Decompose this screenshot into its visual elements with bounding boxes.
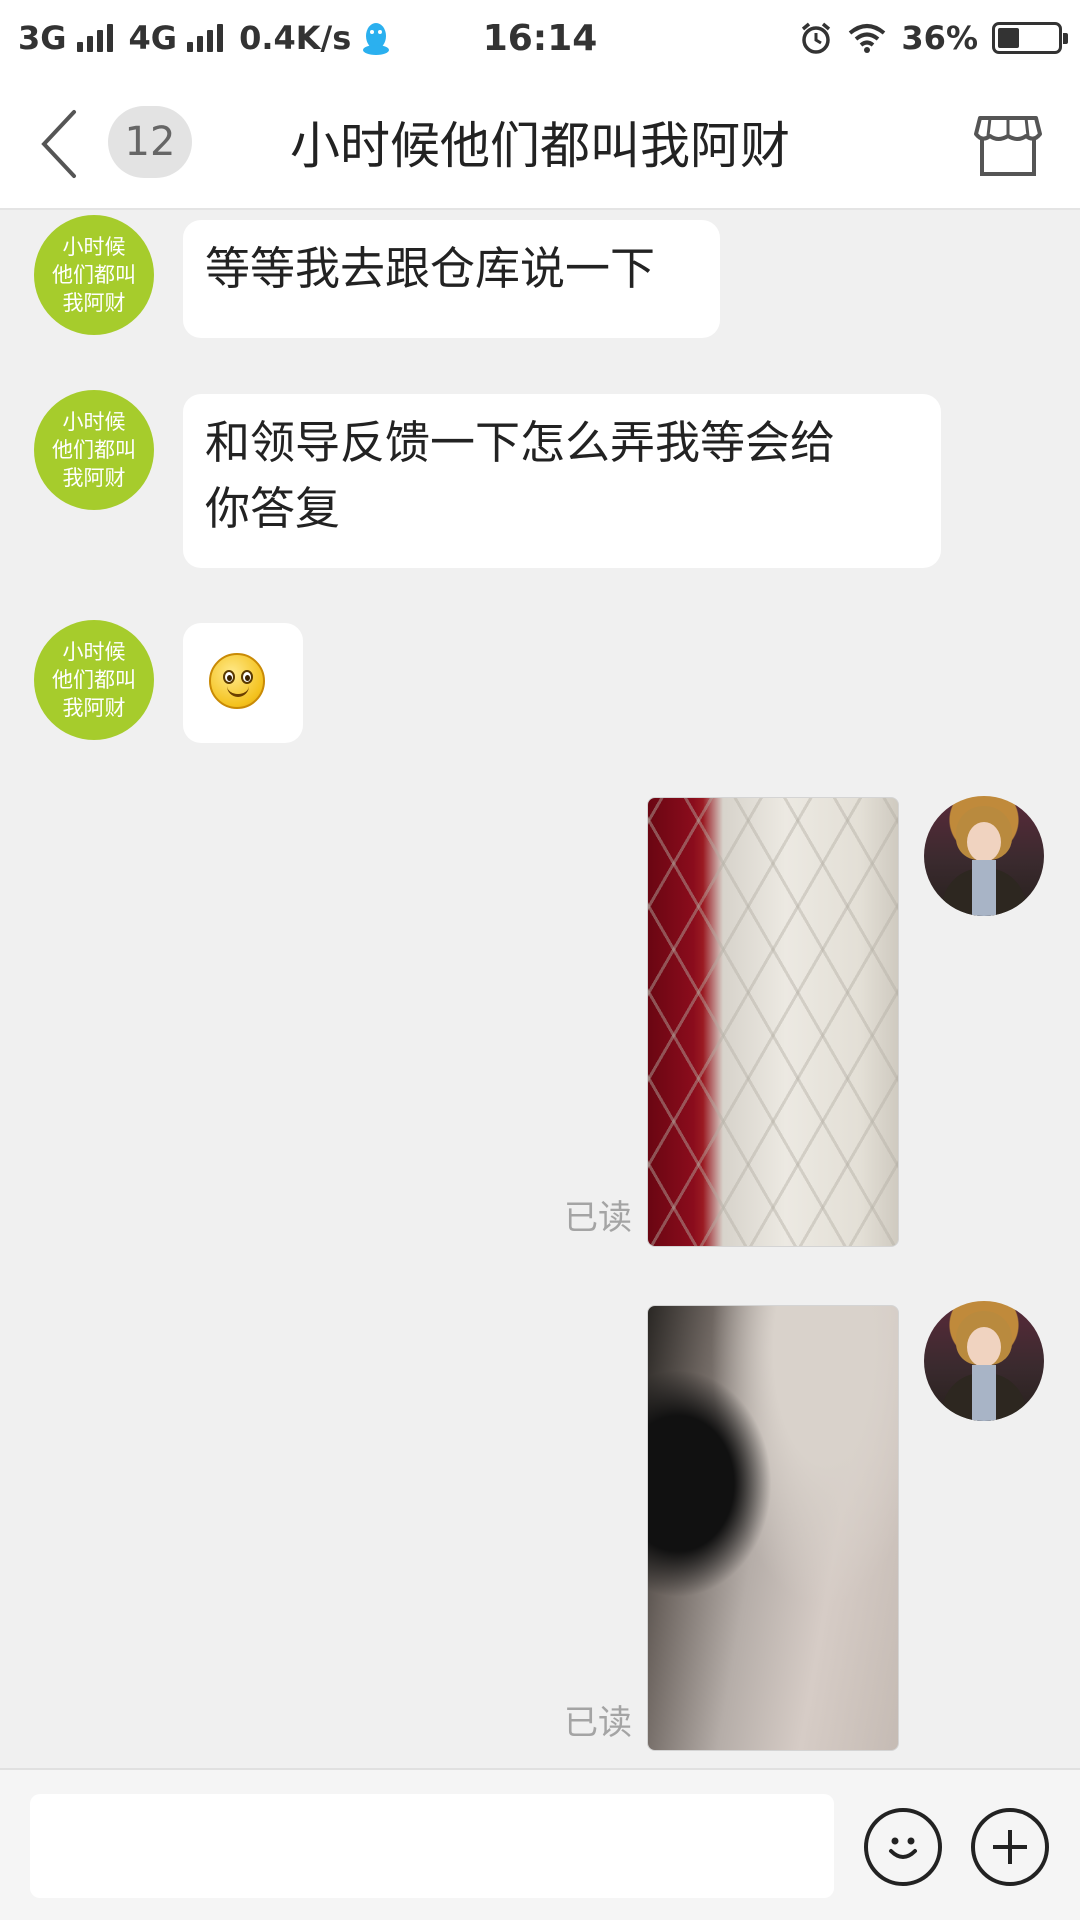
message-input[interactable] xyxy=(30,1794,834,1898)
avatar-face xyxy=(967,1327,1001,1367)
avatar-text-line: 他们都叫 xyxy=(52,263,136,287)
chevron-left-icon[interactable] xyxy=(30,104,90,184)
avatar-text-line: 他们都叫 xyxy=(52,438,136,462)
network-4g-label: 4G xyxy=(128,19,178,57)
status-left: 3G 4G 0.4K/s xyxy=(18,19,438,57)
battery-icon xyxy=(992,22,1068,54)
avatar-text-line: 小时候 xyxy=(62,235,126,259)
smiley-face-icon xyxy=(889,1837,917,1859)
emoji-button[interactable] xyxy=(864,1808,942,1886)
sent-image-bag-interior[interactable] xyxy=(647,1305,899,1751)
message-input-bar xyxy=(0,1768,1080,1920)
status-bar: 3G 4G 0.4K/s 16:14 36% xyxy=(0,0,1080,76)
avatar-text-line: 我阿财 xyxy=(62,696,126,720)
signal-icon-2 xyxy=(187,24,224,52)
battery-percent: 36% xyxy=(901,19,978,57)
avatar-shirt xyxy=(972,860,996,916)
read-receipt: 已读 xyxy=(564,1703,632,1743)
signal-icon xyxy=(76,24,113,52)
contact-avatar[interactable]: 小时候 他们都叫 我阿财 xyxy=(34,620,154,740)
sent-image-bag-lining[interactable] xyxy=(647,797,899,1247)
plus-icon xyxy=(993,1830,1027,1864)
network-3g-label: 3G xyxy=(18,19,67,57)
status-right: 36% xyxy=(799,19,1068,57)
battery-level xyxy=(998,28,1019,48)
emoji-mouth xyxy=(227,685,249,697)
message-text-line: 和领导反馈一下怎么弄我等会给 xyxy=(205,416,836,469)
contact-avatar[interactable]: 小时候 他们都叫 我阿财 xyxy=(34,215,154,335)
incoming-emoji-bubble[interactable] xyxy=(183,623,303,743)
unread-count-badge[interactable]: 12 xyxy=(108,106,192,178)
alarm-icon xyxy=(802,22,831,54)
emoji-eye xyxy=(241,670,253,684)
avatar-shirt xyxy=(972,1365,996,1421)
incoming-message-bubble[interactable]: 和领导反馈一下怎么弄我等会给 你答复 xyxy=(183,394,941,568)
avatar-text-line: 小时候 xyxy=(62,640,126,664)
store-icon[interactable] xyxy=(972,104,1044,184)
incoming-message-bubble[interactable]: 等等我去跟仓库说一下 xyxy=(183,220,720,338)
emoji-eye xyxy=(223,670,235,684)
read-receipt: 已读 xyxy=(564,1198,632,1238)
message-text-line: 你答复 xyxy=(205,482,341,535)
avatar-face xyxy=(967,822,1001,862)
smile-emoji-icon xyxy=(209,653,265,709)
avatar-text-line: 我阿财 xyxy=(62,291,126,315)
chat-screen: 3G 4G 0.4K/s 16:14 36% 12 小时候他们都叫我阿财 小时候… xyxy=(0,0,1080,1920)
chat-title: 小时候他们都叫我阿财 xyxy=(290,117,790,175)
avatar-text-line: 小时候 xyxy=(62,410,126,434)
avatar-text-line: 他们都叫 xyxy=(52,668,136,692)
my-avatar[interactable] xyxy=(924,1301,1044,1421)
plus-button[interactable] xyxy=(971,1808,1049,1886)
my-avatar[interactable] xyxy=(924,796,1044,916)
contact-avatar[interactable]: 小时候 他们都叫 我阿财 xyxy=(34,390,154,510)
message-text: 等等我去跟仓库说一下 xyxy=(205,242,656,295)
qq-penguin-icon xyxy=(363,23,390,55)
wifi-icon xyxy=(849,24,886,53)
network-speed: 0.4K/s xyxy=(239,19,352,57)
chat-header: 12 小时候他们都叫我阿财 xyxy=(0,76,1080,210)
avatar-text-line: 我阿财 xyxy=(62,466,126,490)
